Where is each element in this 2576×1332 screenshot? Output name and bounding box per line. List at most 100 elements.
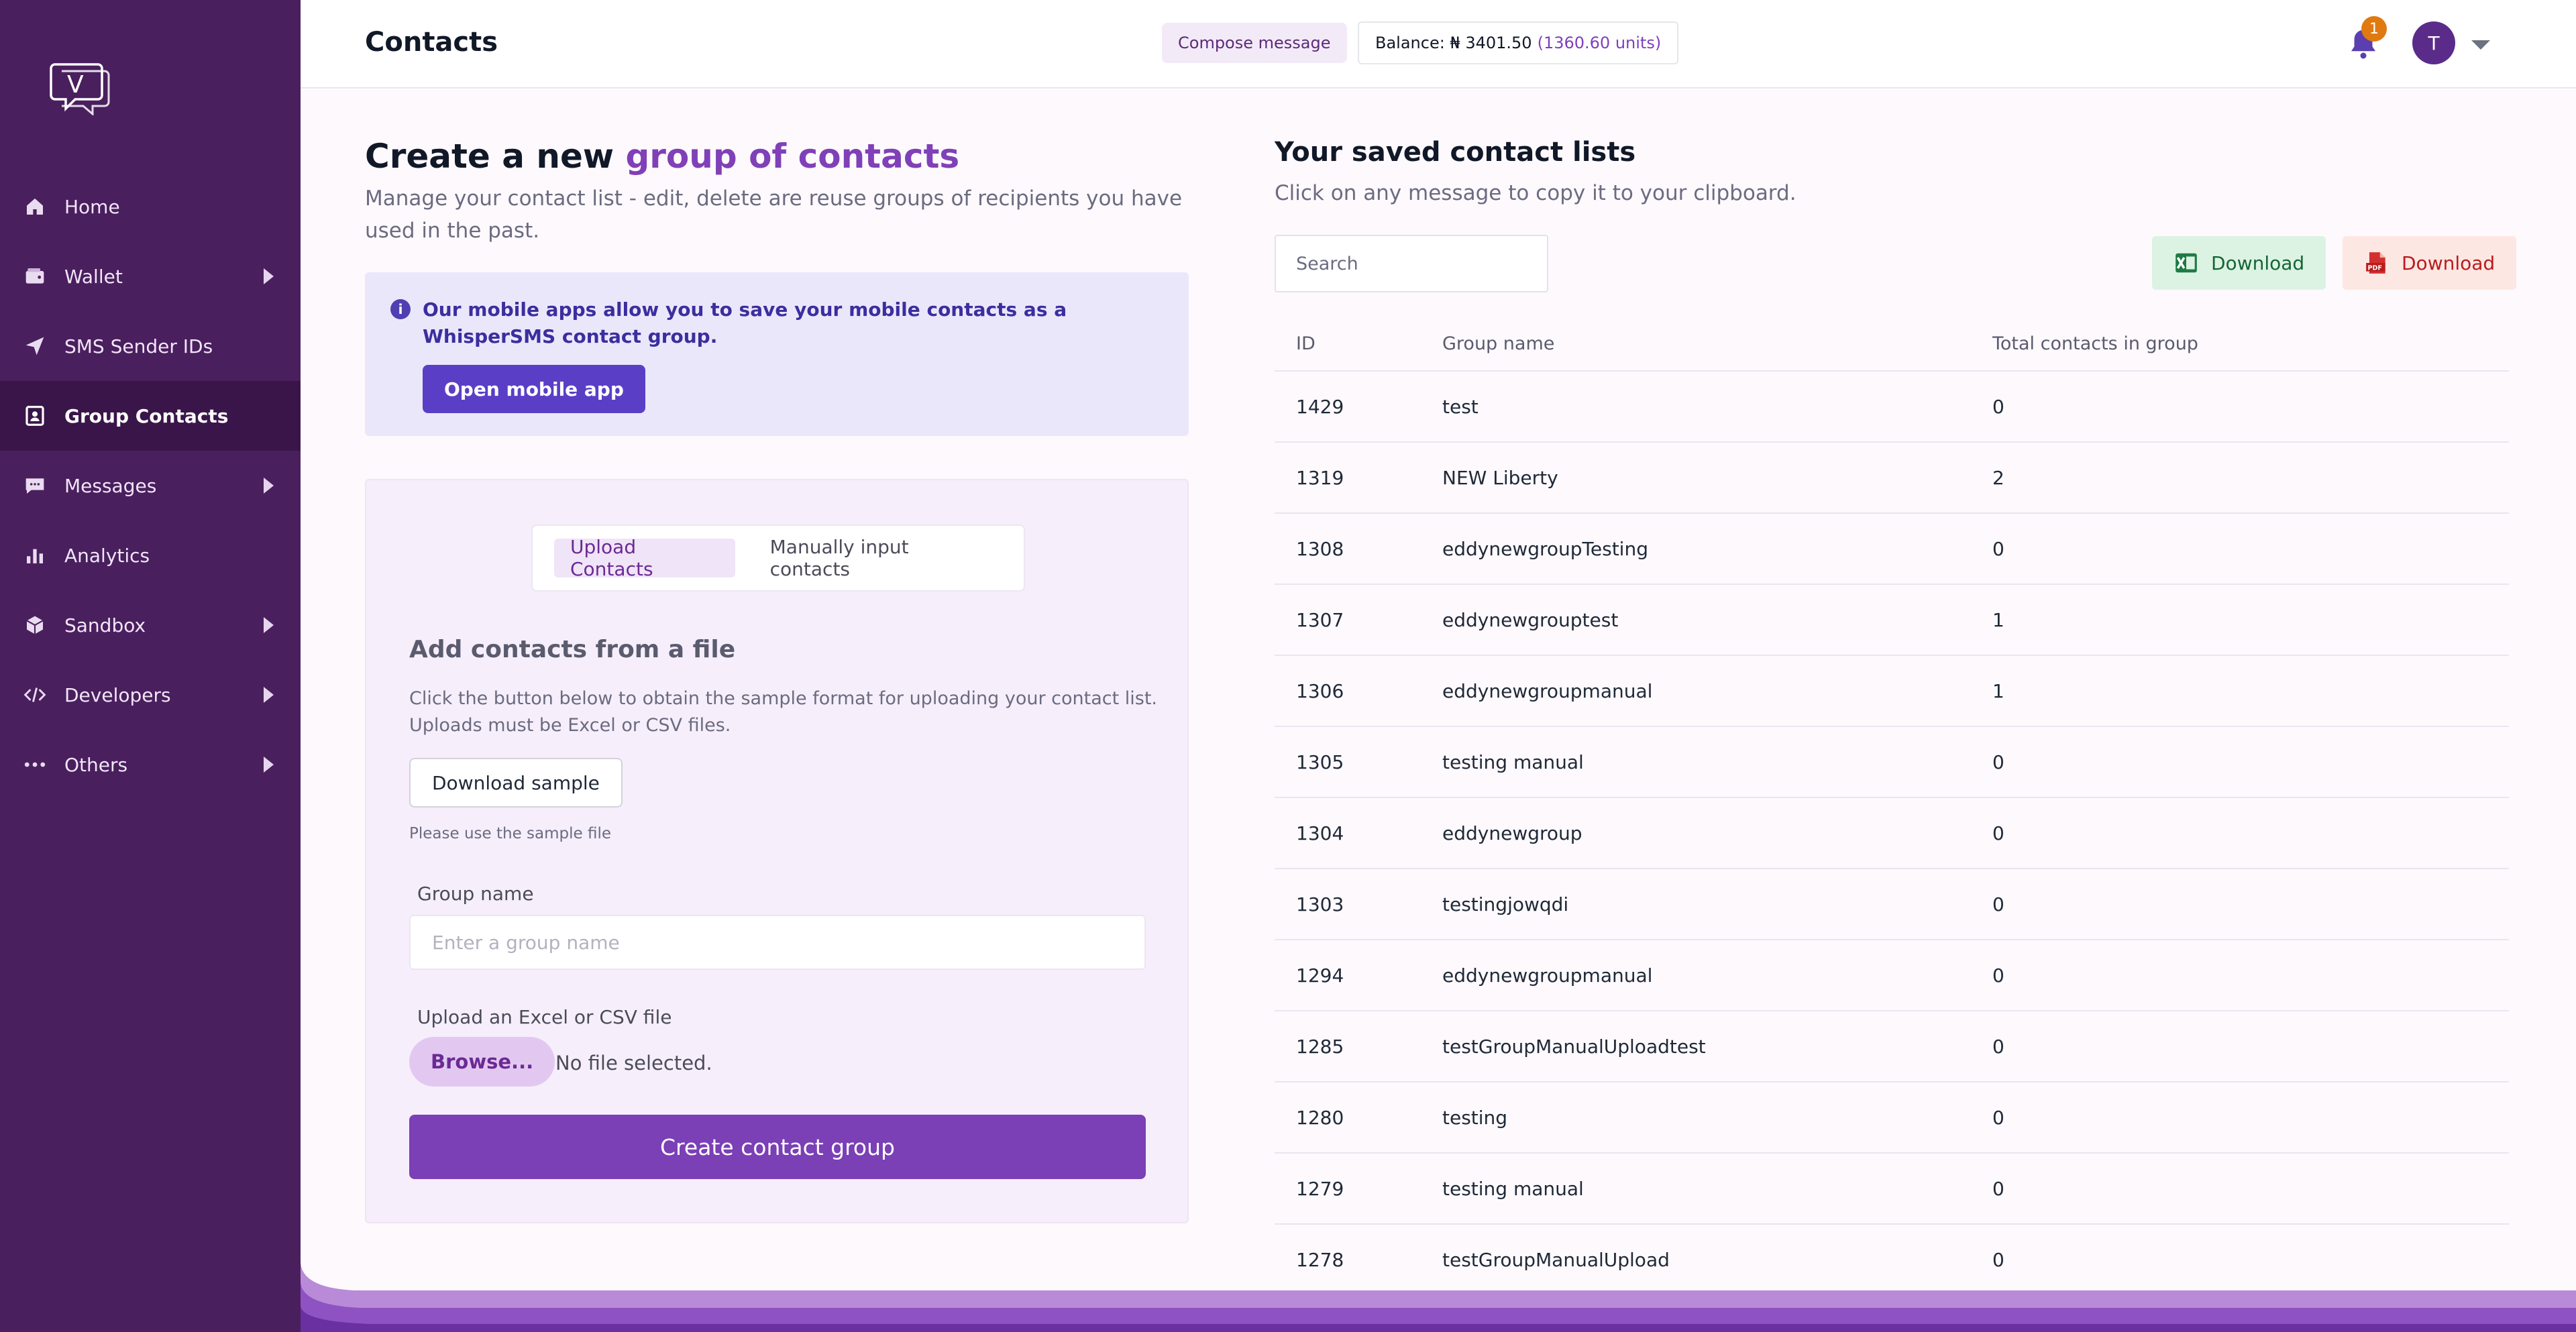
sidebar-item-developers[interactable]: Developers — [0, 660, 301, 730]
home-icon — [23, 195, 47, 219]
cell-total: 0 — [1992, 1106, 2004, 1129]
sidebar-item-label: Home — [64, 195, 120, 218]
compose-message-button[interactable]: Compose message — [1162, 23, 1347, 63]
excel-icon — [2176, 253, 2197, 273]
sample-hint: Please use the sample file — [409, 825, 611, 842]
download-pdf-label: Download — [2402, 252, 2496, 274]
cell-total: 0 — [1992, 964, 2004, 987]
table-row[interactable]: 1304 eddynewgroup 0 — [1275, 798, 2509, 869]
app-logo[interactable]: V — [47, 60, 114, 115]
cell-group-name: test — [1442, 395, 1479, 418]
cell-total: 0 — [1992, 822, 2004, 844]
info-icon: i — [390, 299, 411, 319]
chevron-right-icon — [264, 757, 274, 773]
create-contact-group-button[interactable]: Create contact group — [409, 1115, 1146, 1179]
chevron-right-icon — [264, 687, 274, 703]
sidebar-item-home[interactable]: Home — [0, 172, 301, 241]
file-section-description: Click the button below to obtain the sam… — [409, 688, 1158, 736]
sidebar-item-label: Developers — [64, 683, 171, 706]
sidebar-nav: Home Wallet SMS Sender IDs Group Contact… — [0, 172, 301, 799]
table-row[interactable]: 1294 eddynewgroupmanual 0 — [1275, 940, 2509, 1011]
sidebar-item-messages[interactable]: Messages — [0, 451, 301, 520]
table-row[interactable]: 1319 NEW Liberty 2 — [1275, 443, 2509, 514]
cell-id: 1308 — [1296, 537, 1344, 560]
decorative-bottom-wave — [301, 1261, 2576, 1332]
sandbox-icon — [23, 613, 47, 637]
chevron-right-icon — [264, 617, 274, 633]
cell-id: 1307 — [1296, 608, 1344, 631]
balance-display: Balance: ₦ 3401.50 (1360.60 units) — [1358, 21, 1679, 64]
chevron-down-icon[interactable] — [2471, 40, 2490, 50]
sidebar-item-label: Others — [64, 753, 128, 776]
table-row[interactable]: 1306 eddynewgroupmanual 1 — [1275, 656, 2509, 727]
sidebar-item-label: Sandbox — [64, 614, 146, 636]
download-pdf-button[interactable]: PDF Download — [2343, 236, 2517, 290]
cell-total: 1 — [1992, 679, 2004, 702]
download-excel-button[interactable]: Download — [2152, 236, 2326, 290]
balance-amount: Balance: ₦ 3401.50 — [1375, 34, 1532, 52]
sidebar: V Home Wallet SMS Sender IDs Group Conta… — [0, 0, 301, 1332]
cell-total: 2 — [1992, 466, 2004, 489]
analytics-icon — [23, 543, 47, 567]
sidebar-item-wallet[interactable]: Wallet — [0, 241, 301, 311]
cell-total: 1 — [1992, 608, 2004, 631]
table-row[interactable]: 1429 test 0 — [1275, 372, 2509, 443]
open-mobile-app-button[interactable]: Open mobile app — [423, 365, 645, 413]
sidebar-item-label: Group Contacts — [64, 404, 229, 427]
cell-id: 1306 — [1296, 679, 1344, 702]
cell-group-name: testing manual — [1442, 1177, 1584, 1200]
tab-upload-contacts[interactable]: Upload Contacts — [554, 536, 735, 580]
cell-group-name: eddynewgrouptest — [1442, 608, 1619, 631]
group-name-input[interactable] — [409, 915, 1146, 970]
column-header-group-name: Group name — [1442, 333, 1555, 354]
cell-id: 1294 — [1296, 964, 1344, 987]
create-title-prefix: Create a new — [365, 137, 626, 176]
create-title-accent: group of contacts — [625, 137, 960, 176]
search-input[interactable] — [1275, 235, 1548, 292]
sidebar-item-sandbox[interactable]: Sandbox — [0, 590, 301, 660]
tab-manual-input[interactable]: Manually input contacts — [754, 536, 1002, 580]
table-row[interactable]: 1305 testing manual 0 — [1275, 727, 2509, 798]
upload-file-label: Upload an Excel or CSV file — [417, 1006, 672, 1028]
cell-id: 1303 — [1296, 893, 1344, 915]
sidebar-item-group-contacts[interactable]: Group Contacts — [0, 381, 301, 451]
cell-id: 1305 — [1296, 751, 1344, 773]
cell-total: 0 — [1992, 537, 2004, 560]
more-icon — [23, 753, 47, 777]
cell-id: 1279 — [1296, 1177, 1344, 1200]
browse-file-button[interactable]: Browse... — [409, 1037, 555, 1087]
cell-id: 1319 — [1296, 466, 1344, 489]
user-avatar[interactable]: T — [2412, 21, 2455, 64]
cell-group-name: NEW Liberty — [1442, 466, 1558, 489]
cell-group-name: eddynewgroupTesting — [1442, 537, 1648, 560]
cell-group-name: testGroupManualUploadtest — [1442, 1035, 1706, 1058]
sidebar-item-sms-sender-ids[interactable]: SMS Sender IDs — [0, 311, 301, 381]
download-sample-button[interactable]: Download sample — [409, 758, 623, 808]
create-group-subtitle: Manage your contact list - edit, delete … — [365, 186, 1183, 243]
create-group-title: Create a new group of contacts — [365, 137, 959, 176]
sidebar-item-others[interactable]: Others — [0, 730, 301, 799]
send-icon — [23, 334, 47, 358]
chevron-right-icon — [264, 478, 274, 494]
create-group-form: Upload Contacts Manually input contacts … — [365, 479, 1189, 1223]
table-row[interactable]: 1303 testingjowqdi 0 — [1275, 869, 2509, 940]
saved-lists-subtitle: Click on any message to copy it to your … — [1275, 181, 1796, 205]
table-row[interactable]: 1308 eddynewgroupTesting 0 — [1275, 514, 2509, 585]
logo-letter: V — [67, 71, 84, 99]
sidebar-item-analytics[interactable]: Analytics — [0, 520, 301, 590]
table-row[interactable]: 1280 testing 0 — [1275, 1083, 2509, 1154]
cell-id: 1429 — [1296, 395, 1344, 418]
file-section-title: Add contacts from a file — [409, 636, 736, 663]
download-excel-label: Download — [2211, 252, 2305, 274]
table-row[interactable]: 1279 testing manual 0 — [1275, 1154, 2509, 1225]
top-header: Contacts Compose message Balance: ₦ 3401… — [301, 0, 2576, 89]
sidebar-item-label: Analytics — [64, 544, 150, 567]
cell-total: 0 — [1992, 893, 2004, 915]
contacts-icon — [23, 404, 47, 428]
table-row[interactable]: 1285 testGroupManualUploadtest 0 — [1275, 1011, 2509, 1083]
cell-group-name: eddynewgroupmanual — [1442, 679, 1653, 702]
chevron-right-icon — [264, 268, 274, 284]
info-text: Our mobile apps allow you to save your m… — [423, 298, 1067, 347]
code-icon — [23, 683, 47, 707]
table-row[interactable]: 1307 eddynewgrouptest 1 — [1275, 585, 2509, 656]
